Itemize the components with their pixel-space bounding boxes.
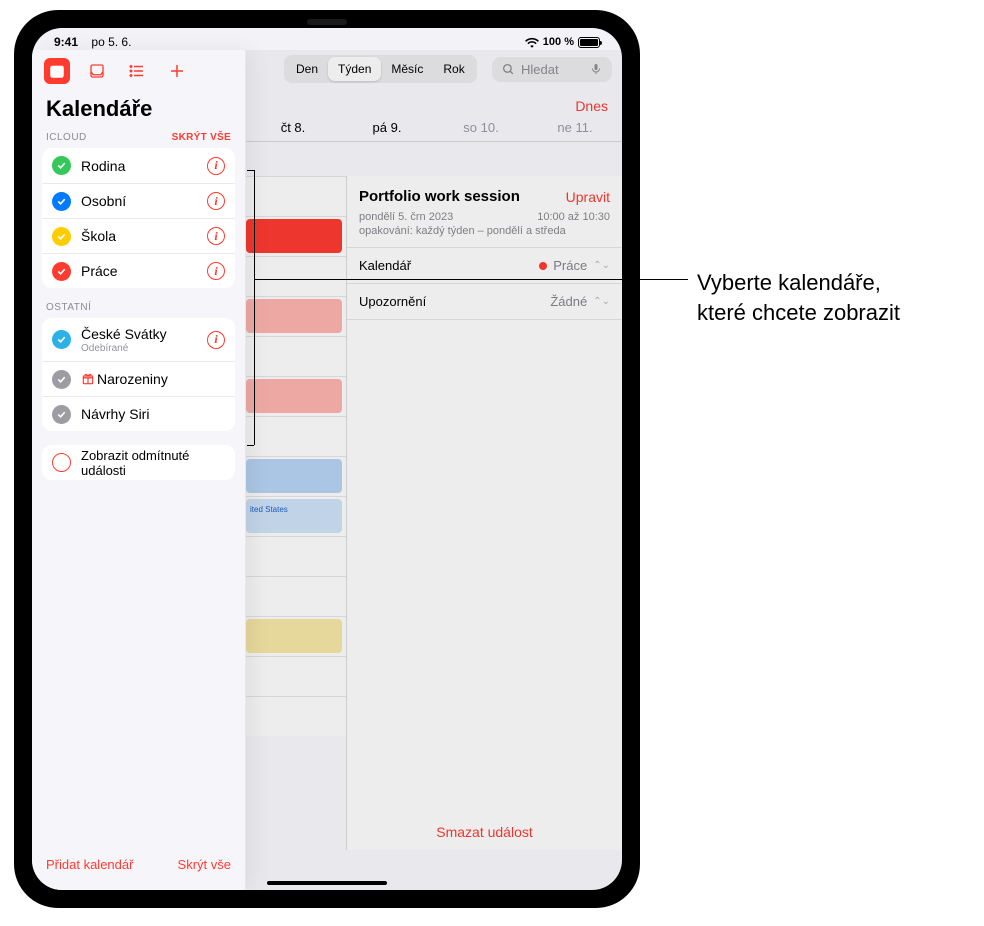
- edit-button[interactable]: Upravit: [566, 189, 610, 205]
- calendars-icon[interactable]: [44, 58, 70, 84]
- inbox-icon[interactable]: [84, 58, 110, 84]
- main-content: Den Týden Měsíc Rok Hledat Dnes čt 8. pá…: [246, 50, 622, 890]
- day-col[interactable]: so 10.: [434, 120, 528, 135]
- checkmark-icon[interactable]: [52, 192, 71, 211]
- screen: Den Týden Měsíc Rok Hledat Dnes čt 8. pá…: [32, 28, 622, 890]
- sidebar-title: Kalendáře: [32, 92, 245, 132]
- calendar-label: Osobní: [71, 193, 207, 209]
- status-date: po 5. 6.: [91, 35, 131, 49]
- event-repeat: opakování: každý týden – pondělí a střed…: [347, 223, 622, 248]
- event-date: pondělí 5. črn 2023: [359, 211, 453, 223]
- declined-events-label: Zobrazit odmítnuté události: [71, 448, 225, 478]
- info-icon[interactable]: i: [207, 227, 225, 245]
- tab-day[interactable]: Den: [286, 57, 328, 81]
- status-time: 9:41: [54, 35, 78, 49]
- sidebar-footer: Přidat kalendář Skrýt vše: [32, 847, 245, 890]
- info-icon[interactable]: i: [207, 331, 225, 349]
- chevron-updown-icon: ⌃⌄: [593, 260, 610, 271]
- event-snippet: ited States: [246, 505, 288, 514]
- callout-text: Vyberte kalendáře, které chcete zobrazit: [697, 268, 900, 327]
- calendar-grid-strip: ited States: [246, 176, 346, 850]
- battery-icon: [578, 37, 600, 48]
- calendar-label: České Svátky Odebírané: [71, 326, 207, 354]
- calendar-item-rodina[interactable]: Rodina i: [42, 148, 235, 183]
- calendar-item-osobni[interactable]: Osobní i: [42, 183, 235, 218]
- calendar-item-svatky[interactable]: České Svátky Odebírané i: [42, 318, 235, 361]
- add-calendar-button[interactable]: Přidat kalendář: [46, 857, 133, 872]
- search-field[interactable]: Hledat: [492, 57, 612, 82]
- calendar-label: Práce: [71, 263, 207, 279]
- callout-leader: [254, 170, 255, 445]
- calendar-item-prace[interactable]: Práce i: [42, 253, 235, 288]
- device-notch: [297, 10, 357, 28]
- calendar-sublabel: Odebírané: [81, 343, 207, 354]
- day-col[interactable]: čt 8.: [246, 120, 340, 135]
- add-icon[interactable]: [164, 58, 190, 84]
- sidebar-toolbar: [32, 50, 245, 92]
- checkmark-icon[interactable]: [52, 370, 71, 389]
- event-detail-pane: Portfolio work session Upravit pondělí 5…: [346, 176, 622, 850]
- calendar-label: Návrhy Siri: [71, 406, 225, 422]
- calendar-item-skola[interactable]: Škola i: [42, 218, 235, 253]
- search-icon: [502, 63, 515, 76]
- calendar-item-siri[interactable]: Návrhy Siri: [42, 396, 235, 431]
- section-header-icloud: ICLOUD SKRÝT VŠE: [32, 132, 245, 148]
- battery-percent: 100 %: [543, 36, 574, 48]
- today-row: Dnes: [246, 88, 622, 120]
- calendar-list-icloud: Rodina i Osobní i Škola i Práce i: [42, 148, 235, 288]
- today-button[interactable]: Dnes: [575, 98, 608, 114]
- calendar-item-narozeniny[interactable]: Narozeniny: [42, 361, 235, 396]
- tab-month[interactable]: Měsíc: [381, 57, 433, 81]
- unchecked-circle-icon[interactable]: [52, 453, 71, 472]
- main-toolbar: Den Týden Měsíc Rok Hledat: [246, 50, 622, 88]
- tab-year[interactable]: Rok: [433, 57, 474, 81]
- view-segmented-control[interactable]: Den Týden Měsíc Rok: [284, 55, 477, 83]
- event-title: Portfolio work session: [359, 188, 520, 205]
- delete-event-button[interactable]: Smazat událost: [347, 824, 622, 840]
- status-right: 100 %: [525, 36, 600, 48]
- hide-all-link[interactable]: SKRÝT VŠE: [172, 132, 231, 143]
- event-alert-row[interactable]: Upozornění Žádné ⌃⌄: [347, 284, 622, 320]
- event-time: 10:00 až 10:30: [537, 211, 610, 223]
- info-icon[interactable]: i: [207, 262, 225, 280]
- declined-events-toggle[interactable]: Zobrazit odmítnuté události: [42, 445, 235, 480]
- checkmark-icon[interactable]: [52, 156, 71, 175]
- calendar-label: Narozeniny: [71, 371, 225, 387]
- mic-icon[interactable]: [590, 62, 602, 76]
- checkmark-icon[interactable]: [52, 405, 71, 424]
- chevron-updown-icon: ⌃⌄: [593, 296, 610, 307]
- event-calendar-label: Kalendář: [359, 258, 411, 273]
- calendars-sidebar: Kalendáře ICLOUD SKRÝT VŠE Rodina i Osob…: [32, 50, 246, 890]
- day-col[interactable]: pá 9.: [340, 120, 434, 135]
- callout-leader: [254, 279, 688, 280]
- calendar-label: Rodina: [71, 158, 207, 174]
- event-alert-label: Upozornění: [359, 294, 426, 309]
- section-header-ostatni: OSTATNÍ: [32, 302, 245, 318]
- info-icon[interactable]: i: [207, 192, 225, 210]
- status-left: 9:41 po 5. 6.: [54, 35, 131, 49]
- section-label: ICLOUD: [46, 132, 87, 143]
- calendar-list-ostatni: České Svátky Odebírané i Narozeniny Návr…: [42, 318, 235, 431]
- hide-all-button[interactable]: Skrýt vše: [178, 857, 231, 872]
- list-icon[interactable]: [124, 58, 150, 84]
- week-day-header: čt 8. pá 9. so 10. ne 11.: [246, 120, 622, 142]
- checkmark-icon[interactable]: [52, 227, 71, 246]
- home-indicator[interactable]: [267, 881, 387, 885]
- gift-icon: [81, 372, 95, 386]
- search-placeholder: Hledat: [521, 62, 559, 77]
- tab-week[interactable]: Týden: [328, 57, 381, 81]
- wifi-icon: [525, 37, 539, 48]
- calendar-label: Škola: [71, 228, 207, 244]
- event-calendar-value: Práce: [553, 258, 587, 273]
- checkmark-icon[interactable]: [52, 262, 71, 281]
- ipad-device-frame: Den Týden Měsíc Rok Hledat Dnes čt 8. pá…: [14, 10, 640, 908]
- info-icon[interactable]: i: [207, 157, 225, 175]
- calendar-color-dot: [539, 262, 547, 270]
- event-alert-value: Žádné: [550, 294, 587, 309]
- section-label: OSTATNÍ: [46, 302, 91, 313]
- day-col[interactable]: ne 11.: [528, 120, 622, 135]
- checkmark-icon[interactable]: [52, 330, 71, 349]
